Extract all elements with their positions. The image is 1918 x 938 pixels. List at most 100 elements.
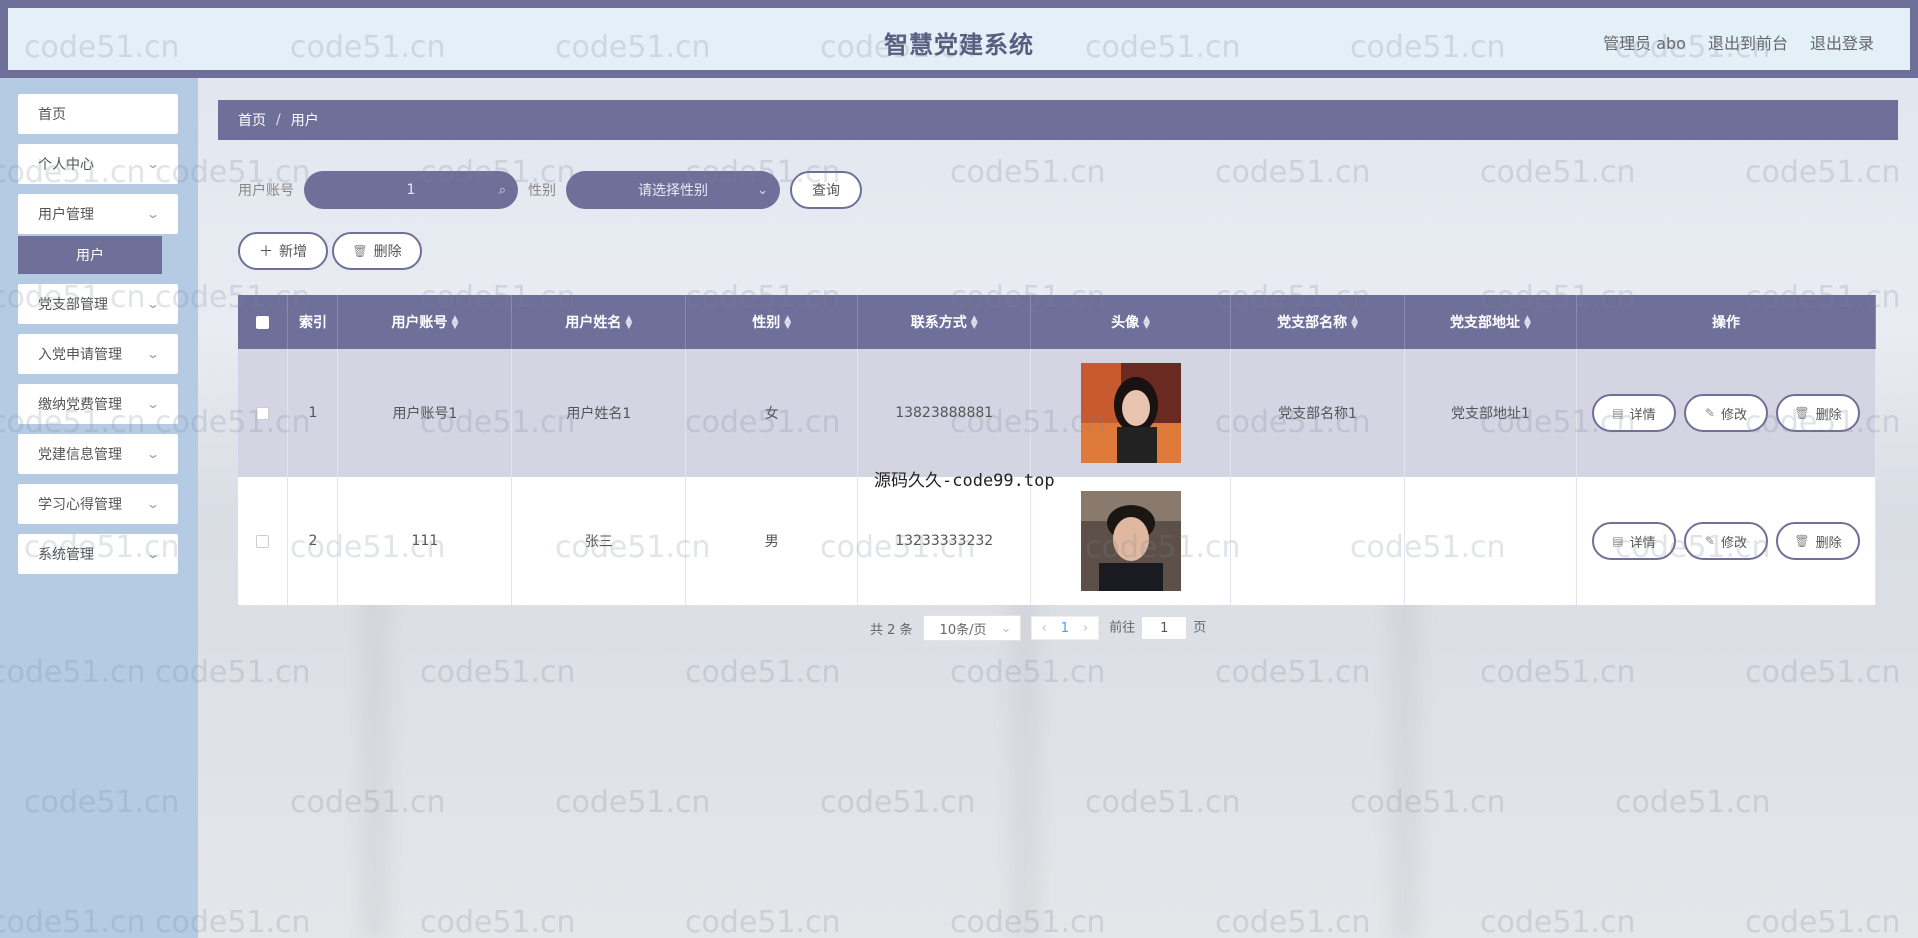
logout-link[interactable]: 退出登录 [1810, 30, 1874, 54]
sidebar-item-branch[interactable]: 党支部管理 ⌄ [18, 284, 178, 324]
delete-button-label: 删除 [373, 244, 402, 260]
watermark-text: code51.cn [1745, 905, 1901, 938]
sex-label: 性别 [528, 183, 556, 199]
col-avatar-label: 头像 [1111, 315, 1140, 331]
goto-label: 前往 [1109, 620, 1136, 636]
watermark-text: code51.cn [1480, 905, 1636, 938]
page-size-select[interactable]: 10条/页 ⌄ [922, 615, 1021, 641]
cell-index: 1 [287, 349, 339, 477]
chevron-down-icon: ⌄ [757, 182, 768, 198]
col-address-label: 党支部地址 [1450, 315, 1521, 331]
edit-label: 修改 [1720, 407, 1747, 423]
overlay-text: 源码久久-code99.top [874, 471, 1055, 491]
breadcrumb-separator: / [276, 112, 281, 128]
row-checkbox[interactable] [256, 406, 270, 420]
query-button[interactable]: 查询 [790, 171, 862, 209]
total-count: 共 2 条 [870, 622, 913, 638]
sidebar-item-study[interactable]: 学习心得管理 ⌄ [18, 484, 178, 524]
edit-label: 修改 [1720, 535, 1747, 551]
plus-icon: ＋ [259, 244, 273, 260]
select-all-cell [238, 295, 289, 349]
chevron-down-icon: ⌄ [145, 547, 161, 561]
col-name-label: 用户姓名 [565, 315, 622, 331]
top-strip [0, 0, 1918, 8]
sort-icon: ▲ ▼ [970, 314, 978, 331]
cell-account: 用户账号1 [337, 349, 513, 477]
col-account-label: 用户账号 [391, 315, 448, 331]
watermark-text: code51.cn [555, 785, 711, 820]
sort-icon: ▲ ▼ [625, 314, 633, 331]
watermark-text: code51.cn [950, 155, 1106, 190]
cell-name: 用户姓名1 [511, 349, 687, 477]
row-checkbox[interactable] [256, 534, 270, 548]
col-phone[interactable]: 联系方式 ▲ ▼ [857, 295, 1032, 349]
delete-label: 删除 [1815, 407, 1842, 423]
avatar[interactable] [1080, 363, 1181, 463]
detail-button[interactable]: ▤ 详情 [1591, 394, 1676, 432]
col-sex[interactable]: 性别 ▲ ▼ [685, 295, 859, 349]
user-table: 索引 用户账号 ▲ ▼ 用户姓名 ▲ ▼ 性别 ▲ ▼ 联系方式 ▲ ▼ 头像 ▲ ▼ 党支部名称 ▲… [238, 295, 1877, 605]
detail-button[interactable]: ▤ 详情 [1591, 522, 1676, 560]
edit-button[interactable]: ✎ 修改 [1683, 522, 1768, 560]
cell-address: 党支部地址1 [1404, 349, 1577, 477]
col-index: 索引 [287, 295, 339, 349]
user-account-input[interactable]: 1 ⌕ [304, 171, 518, 209]
sort-icon: ▲ ▼ [784, 314, 792, 331]
user-account-value: 1 [406, 182, 416, 198]
sidebar-subitem-user[interactable]: 用户 [18, 236, 162, 274]
watermark-text: code51.cn [1480, 655, 1636, 690]
sidebar-item-label: 用户管理 [38, 207, 94, 223]
delete-button[interactable]: 🗑 删除 [1775, 522, 1860, 560]
prev-page-icon[interactable]: ‹ [1042, 621, 1047, 636]
breadcrumb-current: 用户 [290, 113, 319, 129]
sidebar-item-user-management[interactable]: 用户管理 ⌄ [18, 194, 178, 234]
sidebar-item-system[interactable]: 系统管理 ⌄ [18, 534, 178, 574]
batch-delete-button[interactable]: 🗑 删除 [332, 232, 422, 270]
col-name[interactable]: 用户姓名 ▲ ▼ [511, 295, 687, 349]
background-decoration [360, 560, 390, 938]
goto-page: 前往 页 [1109, 616, 1206, 640]
goto-input[interactable] [1141, 616, 1188, 640]
next-page-icon[interactable]: › [1083, 621, 1088, 636]
breadcrumb-home[interactable]: 首页 [238, 110, 266, 130]
sidebar-item-label: 入党申请管理 [38, 347, 122, 363]
breadcrumb: 首页 / 用户 [218, 100, 1898, 140]
chevron-down-icon: ⌄ [145, 207, 161, 221]
trash-icon: 🗑 [1794, 534, 1810, 548]
col-branch[interactable]: 党支部名称 ▲ ▼ [1230, 295, 1406, 349]
watermark-text: code51.cn [1745, 655, 1901, 690]
pencil-icon: ✎ [1704, 534, 1715, 548]
col-avatar[interactable]: 头像 ▲ ▼ [1030, 295, 1232, 349]
sidebar-item-application[interactable]: 入党申请管理 ⌄ [18, 334, 178, 374]
sidebar-item-dues[interactable]: 缴纳党费管理 ⌄ [18, 384, 178, 424]
detail-label: 详情 [1629, 535, 1656, 551]
sex-placeholder: 请选择性别 [638, 183, 708, 199]
add-button-label: 新增 [279, 244, 307, 260]
select-all-checkbox[interactable] [256, 315, 270, 329]
add-button[interactable]: ＋ 新增 [238, 232, 328, 270]
page-number[interactable]: 1 [1061, 621, 1069, 636]
cell-index: 2 [287, 477, 339, 605]
col-account[interactable]: 用户账号 ▲ ▼ [337, 295, 513, 349]
delete-button[interactable]: 🗑 删除 [1775, 394, 1860, 432]
pager-nav: ‹ 1 › [1030, 616, 1100, 640]
document-icon: ▤ [1612, 534, 1624, 548]
avatar[interactable] [1080, 491, 1181, 591]
row-select-cell [238, 349, 289, 477]
sidebar-item-info[interactable]: 党建信息管理 ⌄ [18, 434, 178, 474]
col-address[interactable]: 党支部地址 ▲ ▼ [1404, 295, 1577, 349]
cell-account: 111 [337, 477, 513, 605]
table-row: 2 111 张三 男 13233333232 ▤ 详情 ✎ 修改 🗑 删除 [238, 477, 1877, 605]
trash-icon: 🗑 [352, 244, 368, 258]
action-row: ＋ 新增 🗑 删除 [238, 232, 422, 270]
header: 智慧党建系统 管理员 abo 退出到前台 退出登录 [0, 8, 1918, 78]
col-sex-label: 性别 [752, 315, 781, 331]
sex-select[interactable]: 请选择性别 ⌄ [566, 171, 780, 209]
sidebar-item-profile[interactable]: 个人中心 ⌄ [18, 144, 178, 184]
chevron-down-icon: ⌄ [145, 347, 161, 361]
sidebar-item-home[interactable]: 首页 [18, 94, 178, 134]
watermark-text: code51.cn [1480, 155, 1636, 190]
table-row: 1 用户账号1 用户姓名1 女 13823888881 党支部名称1 党支部地址… [238, 349, 1877, 477]
back-to-front-link[interactable]: 退出到前台 [1708, 30, 1788, 54]
edit-button[interactable]: ✎ 修改 [1683, 394, 1768, 432]
